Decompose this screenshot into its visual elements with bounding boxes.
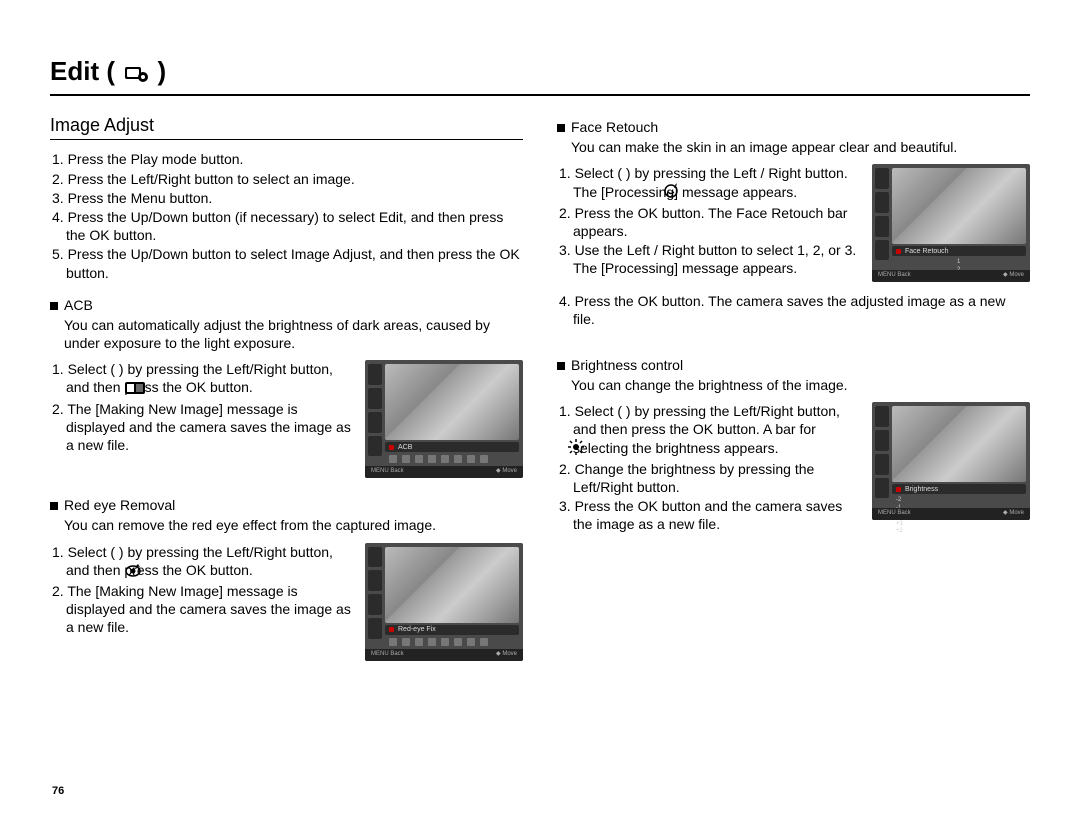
screenshot-brightness: Brightness -2 -1 0 +1 +2 MENU Back ◆ Mov… bbox=[872, 402, 1030, 520]
bullet-square-icon bbox=[50, 302, 58, 310]
step: 5. Press the Up/Down button to select Im… bbox=[66, 245, 523, 281]
step: 3. Press the OK button and the camera sa… bbox=[573, 497, 860, 533]
step: 1. Select ( ) by pressing the Left / Rig… bbox=[573, 164, 860, 202]
step: 1. Select ( ) by pressing the Left/Right… bbox=[573, 402, 860, 459]
page-number: 76 bbox=[52, 785, 64, 797]
step: 2. Press the OK button. The Face Retouch… bbox=[573, 204, 860, 240]
step: 2. The [Making New Image] message is dis… bbox=[66, 400, 353, 455]
section-redeye: Red eye Removal You can remove the red e… bbox=[50, 496, 523, 660]
header-title-suffix: ) bbox=[157, 56, 166, 86]
step: 2. Change the brightness by pressing the… bbox=[573, 460, 860, 496]
step: 3. Press the Menu button. bbox=[66, 189, 523, 207]
thumb-label: ACB bbox=[398, 443, 412, 452]
step: 4. Press the OK button. The camera saves… bbox=[573, 292, 1030, 328]
redeye-steps: 1. Select ( ) by pressing the Left/Right… bbox=[50, 543, 353, 637]
brightness-sun-icon bbox=[582, 439, 584, 459]
move-label: Move bbox=[502, 651, 517, 657]
redeye-icon bbox=[139, 563, 141, 581]
step: 1. Press the Play mode button. bbox=[66, 150, 523, 168]
left-column: Image Adjust 1. Press the Play mode butt… bbox=[50, 114, 523, 679]
acb-icon bbox=[139, 380, 145, 398]
menu-tag: MENU bbox=[878, 510, 896, 516]
face-steps: 1. Select ( ) by pressing the Left / Rig… bbox=[557, 164, 860, 277]
section-title: ACB bbox=[64, 297, 93, 313]
right-column: Face Retouch You can make the skin in an… bbox=[557, 114, 1030, 679]
back-label: Back bbox=[390, 468, 403, 474]
section-desc: You can make the skin in an image appear… bbox=[571, 138, 1030, 156]
section-title: Face Retouch bbox=[571, 119, 658, 135]
bullet-square-icon bbox=[557, 124, 565, 132]
move-label: Move bbox=[1009, 272, 1024, 278]
intro-steps: 1. Press the Play mode button. 2. Press … bbox=[50, 150, 523, 281]
back-label: Back bbox=[897, 272, 910, 278]
section-desc: You can remove the red eye effect from t… bbox=[64, 516, 523, 534]
screenshot-acb: ACB MENU Back ◆ Move bbox=[365, 360, 523, 478]
move-label: Move bbox=[502, 468, 517, 474]
thumb-ticks: -2 -1 0 +1 +2 bbox=[896, 497, 904, 505]
step: 1. Select ( ) by pressing the Left/Right… bbox=[66, 360, 353, 398]
back-label: Back bbox=[897, 510, 910, 516]
thumb-label: Red-eye Fix bbox=[398, 625, 436, 634]
step: 1. Select ( ) by pressing the Left/Right… bbox=[66, 543, 353, 581]
step: 3. Use the Left / Right button to select… bbox=[573, 241, 860, 277]
step: 2. Press the Left/Right button to select… bbox=[66, 170, 523, 188]
screenshot-redeye: Red-eye Fix MENU Back ◆ Move bbox=[365, 543, 523, 661]
header-title-prefix: Edit ( bbox=[50, 56, 115, 86]
section-brightness: Brightness control You can change the br… bbox=[557, 356, 1030, 548]
thumb-ticks: 1 2 3 bbox=[957, 259, 965, 267]
step: 4. Press the Up/Down button (if necessar… bbox=[66, 208, 523, 244]
brightness-steps: 1. Select ( ) by pressing the Left/Right… bbox=[557, 402, 860, 533]
thumb-label: Brightness bbox=[905, 485, 938, 494]
back-label: Back bbox=[390, 651, 403, 657]
bullet-square-icon bbox=[50, 502, 58, 510]
menu-tag: MENU bbox=[371, 468, 389, 474]
section-desc: You can change the brightness of the ima… bbox=[571, 376, 1030, 394]
section-acb: ACB You can automatically adjust the bri… bbox=[50, 296, 523, 479]
thumb-label: Face Retouch bbox=[905, 247, 949, 256]
header-title: Edit ( ) bbox=[50, 56, 166, 86]
edit-gear-icon bbox=[124, 59, 150, 90]
page-header: Edit ( ) bbox=[50, 56, 1030, 96]
section-heading-image-adjust: Image Adjust bbox=[50, 114, 523, 140]
bullet-square-icon bbox=[557, 362, 565, 370]
section-title: Brightness control bbox=[571, 357, 683, 373]
menu-tag: MENU bbox=[371, 651, 389, 657]
step: 2. The [Making New Image] message is dis… bbox=[66, 582, 353, 637]
face-retouch-icon bbox=[677, 183, 679, 203]
face-steps-cont: 4. Press the OK button. The camera saves… bbox=[557, 292, 1030, 328]
move-label: Move bbox=[1009, 510, 1024, 516]
screenshot-face-retouch: Face Retouch 1 2 3 MENU Back ◆ Move bbox=[872, 164, 1030, 282]
section-face-retouch: Face Retouch You can make the skin in an… bbox=[557, 118, 1030, 328]
section-desc: You can automatically adjust the brightn… bbox=[64, 316, 523, 352]
section-title: Red eye Removal bbox=[64, 497, 175, 513]
acb-steps: 1. Select ( ) by pressing the Left/Right… bbox=[50, 360, 353, 454]
menu-tag: MENU bbox=[878, 272, 896, 278]
